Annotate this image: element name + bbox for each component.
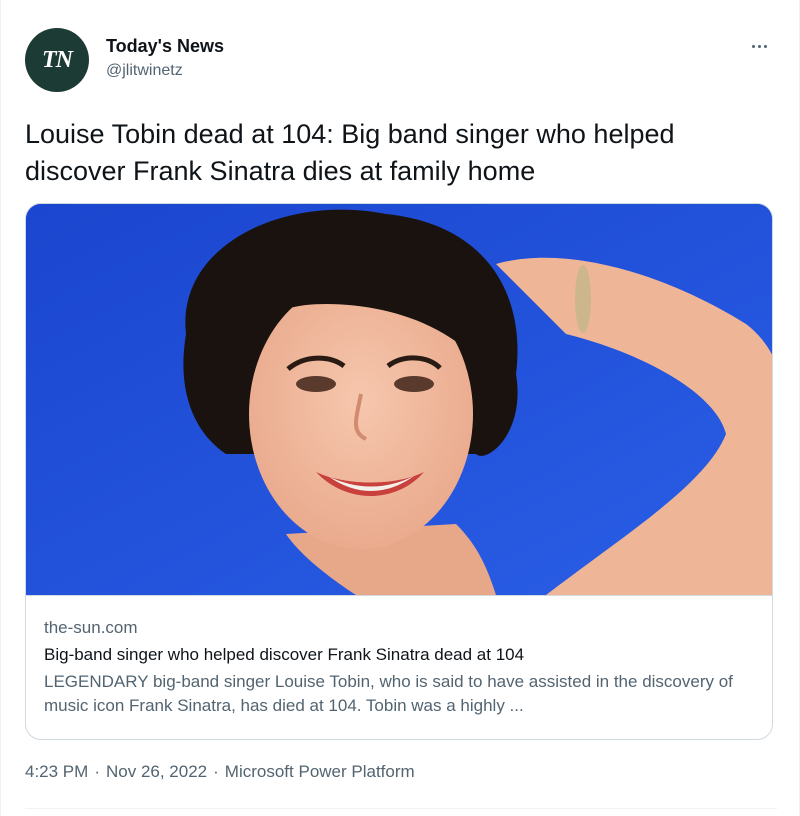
- tweet-meta: 4:23 PM · Nov 26, 2022 · Microsoft Power…: [25, 762, 415, 782]
- meta-separator: ·: [213, 762, 219, 781]
- divider: [25, 808, 777, 809]
- avatar-initials: TN: [42, 46, 73, 73]
- tweet-source[interactable]: Microsoft Power Platform: [225, 762, 415, 782]
- tweet-date[interactable]: Nov 26, 2022: [106, 762, 207, 782]
- link-card[interactable]: the-sun.com Big-band singer who helped d…: [25, 203, 773, 740]
- more-horizontal-icon[interactable]: [747, 38, 771, 54]
- meta-separator: ·: [94, 762, 100, 781]
- card-image[interactable]: [26, 204, 772, 595]
- tweet-text: Louise Tobin dead at 104: Big band singe…: [25, 119, 675, 186]
- card-meta[interactable]: the-sun.com Big-band singer who helped d…: [26, 595, 772, 739]
- card-description: LEGENDARY big-band singer Louise Tobin, …: [44, 672, 733, 715]
- card-title: Big-band singer who helped discover Fran…: [44, 645, 525, 664]
- card-domain: the-sun.com: [44, 618, 138, 637]
- author-handle[interactable]: @jlitwinetz: [106, 62, 183, 80]
- author-display-name[interactable]: Today's News: [106, 36, 224, 57]
- tweet: TN Today's News @jlitwinetz Louise Tobin…: [0, 0, 800, 816]
- tweet-time[interactable]: 4:23 PM: [25, 762, 88, 782]
- avatar[interactable]: TN: [25, 28, 89, 92]
